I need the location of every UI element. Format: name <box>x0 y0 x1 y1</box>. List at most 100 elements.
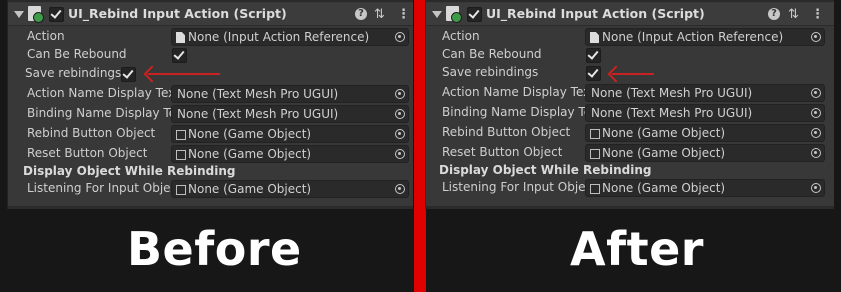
binding-name-display-label: Binding Name Display Te <box>442 105 585 119</box>
game-object-icon <box>176 130 186 140</box>
binding-name-display-field[interactable]: None (Text Mesh Pro UGUI) <box>585 104 825 122</box>
object-picker-icon[interactable] <box>811 148 821 158</box>
save-rebindings-checkbox[interactable] <box>586 66 601 81</box>
help-icon[interactable]: ? <box>355 8 367 20</box>
field-row-rebind-button-object: Rebind Button Object None (Game Object) <box>426 123 834 143</box>
listening-for-input-value: None (Game Object) <box>188 182 312 196</box>
reset-button-object-value: None (Game Object) <box>188 147 312 161</box>
red-arrow-annotation <box>148 73 220 75</box>
panel-bottom-edge <box>8 206 413 209</box>
field-row-listening-for-input: Listening For Input Objec None (Game Obj… <box>426 178 834 198</box>
script-icon <box>28 6 44 23</box>
field-row-can-be-rebound: Can Be Rebound <box>426 45 834 65</box>
object-picker-icon[interactable] <box>811 128 821 138</box>
action-value: None (Input Action Reference) <box>602 30 784 44</box>
field-row-reset-button-object: Reset Button Object None (Game Object) <box>8 144 413 164</box>
rebind-button-object-field[interactable]: None (Game Object) <box>585 124 825 142</box>
reset-button-object-value: None (Game Object) <box>602 146 726 160</box>
reset-button-object-label: Reset Button Object <box>442 145 563 159</box>
checkmark-icon <box>587 66 599 78</box>
listening-for-input-field[interactable]: None (Game Object) <box>171 180 409 198</box>
object-picker-icon[interactable] <box>395 149 405 159</box>
rebind-button-object-value: None (Game Object) <box>188 127 312 141</box>
listening-for-input-label: Listening For Input Objec <box>27 181 171 195</box>
field-row-action-name-display: Action Name Display Tex None (Text Mesh … <box>8 84 413 104</box>
section-header: Display Object While Rebinding <box>439 163 652 177</box>
action-name-display-field[interactable]: None (Text Mesh Pro UGUI) <box>171 85 409 103</box>
help-icon[interactable]: ? <box>768 8 780 20</box>
listening-for-input-label: Listening For Input Objec <box>442 180 585 194</box>
action-label: Action <box>27 29 65 43</box>
object-picker-icon[interactable] <box>811 183 821 193</box>
object-picker-icon[interactable] <box>811 108 821 118</box>
field-row-listening-for-input: Listening For Input Objec None (Game Obj… <box>8 179 413 199</box>
panel-top-edge <box>8 0 413 2</box>
field-row-can-be-rebound: Can Be Rebound <box>8 45 413 65</box>
game-object-icon <box>176 185 186 195</box>
component-enabled-checkbox[interactable] <box>467 7 482 22</box>
field-row-action: Action None (Input Action Reference) <box>8 27 413 47</box>
field-row-reset-button-object: Reset Button Object None (Game Object) <box>426 143 834 163</box>
listening-for-input-value: None (Game Object) <box>602 181 726 195</box>
game-object-icon <box>590 129 600 139</box>
object-picker-icon[interactable] <box>395 129 405 139</box>
game-object-icon <box>590 184 600 194</box>
component-header[interactable]: UI_Rebind Input Action (Script) ? ⇅ ⋮ <box>8 3 413 26</box>
field-row-binding-name-display: Binding Name Display Te None (Text Mesh … <box>8 104 413 124</box>
menu-icon[interactable]: ⋮ <box>397 7 410 22</box>
object-picker-icon[interactable] <box>395 89 405 99</box>
red-arrow-annotation <box>612 73 654 75</box>
inspector-panel-after: UI_Rebind Input Action (Script) ? ⇅ ⋮ Ac… <box>425 0 834 209</box>
checkmark-icon <box>587 48 599 60</box>
object-picker-icon[interactable] <box>395 184 405 194</box>
document-icon <box>176 32 185 43</box>
binding-name-display-value: None (Text Mesh Pro UGUI) <box>177 107 339 121</box>
document-icon <box>590 32 599 43</box>
before-caption: Before <box>127 222 302 276</box>
object-picker-icon[interactable] <box>811 88 821 98</box>
checkmark-icon <box>173 48 185 60</box>
rebind-button-object-field[interactable]: None (Game Object) <box>171 125 409 143</box>
can-be-rebound-checkbox[interactable] <box>172 48 187 63</box>
section-header: Display Object While Rebinding <box>23 164 236 178</box>
menu-icon[interactable]: ⋮ <box>811 7 824 22</box>
foldout-triangle-icon[interactable] <box>14 11 24 18</box>
action-value: None (Input Action Reference) <box>188 30 370 44</box>
component-title: UI_Rebind Input Action (Script) <box>68 6 287 21</box>
reset-button-object-field[interactable]: None (Game Object) <box>585 144 825 162</box>
listening-for-input-field[interactable]: None (Game Object) <box>585 179 825 197</box>
action-name-display-label: Action Name Display Tex <box>27 86 171 100</box>
component-header[interactable]: UI_Rebind Input Action (Script) ? ⇅ ⋮ <box>426 3 834 26</box>
foldout-triangle-icon[interactable] <box>432 11 442 18</box>
binding-name-display-label: Binding Name Display Te <box>27 106 171 120</box>
preset-icon[interactable]: ⇅ <box>374 7 385 22</box>
rebind-button-object-value: None (Game Object) <box>602 126 726 140</box>
game-object-icon <box>590 149 600 159</box>
can-be-rebound-checkbox[interactable] <box>586 48 601 63</box>
field-row-rebind-button-object: Rebind Button Object None (Game Object) <box>8 124 413 144</box>
object-picker-icon[interactable] <box>395 109 405 119</box>
component-enabled-checkbox[interactable] <box>49 7 64 22</box>
save-rebindings-checkbox[interactable] <box>121 67 136 82</box>
preset-icon[interactable]: ⇅ <box>788 7 799 22</box>
action-name-display-field[interactable]: None (Text Mesh Pro UGUI) <box>585 84 825 102</box>
inspector-panel-before: UI_Rebind Input Action (Script) ? ⇅ ⋮ Ac… <box>7 0 413 209</box>
binding-name-display-value: None (Text Mesh Pro UGUI) <box>591 106 753 120</box>
object-picker-icon[interactable] <box>395 32 405 42</box>
field-row-action: Action None (Input Action Reference) <box>426 27 834 47</box>
field-row-action-name-display: Action Name Display Tex None (Text Mesh … <box>426 83 834 103</box>
binding-name-display-field[interactable]: None (Text Mesh Pro UGUI) <box>171 105 409 123</box>
action-name-display-value: None (Text Mesh Pro UGUI) <box>177 87 339 101</box>
after-caption: After <box>570 222 704 276</box>
action-name-display-value: None (Text Mesh Pro UGUI) <box>591 86 753 100</box>
rebind-button-object-label: Rebind Button Object <box>27 126 156 140</box>
object-picker-icon[interactable] <box>811 32 821 42</box>
checkmark-icon <box>122 67 134 79</box>
save-rebindings-label: Save rebindings <box>442 65 539 79</box>
action-object-field[interactable]: None (Input Action Reference) <box>171 28 409 46</box>
can-be-rebound-label: Can Be Rebound <box>442 47 542 61</box>
reset-button-object-field[interactable]: None (Game Object) <box>171 145 409 163</box>
action-object-field[interactable]: None (Input Action Reference) <box>585 28 825 46</box>
rebind-button-object-label: Rebind Button Object <box>442 125 571 139</box>
checkmark-icon <box>468 7 480 19</box>
